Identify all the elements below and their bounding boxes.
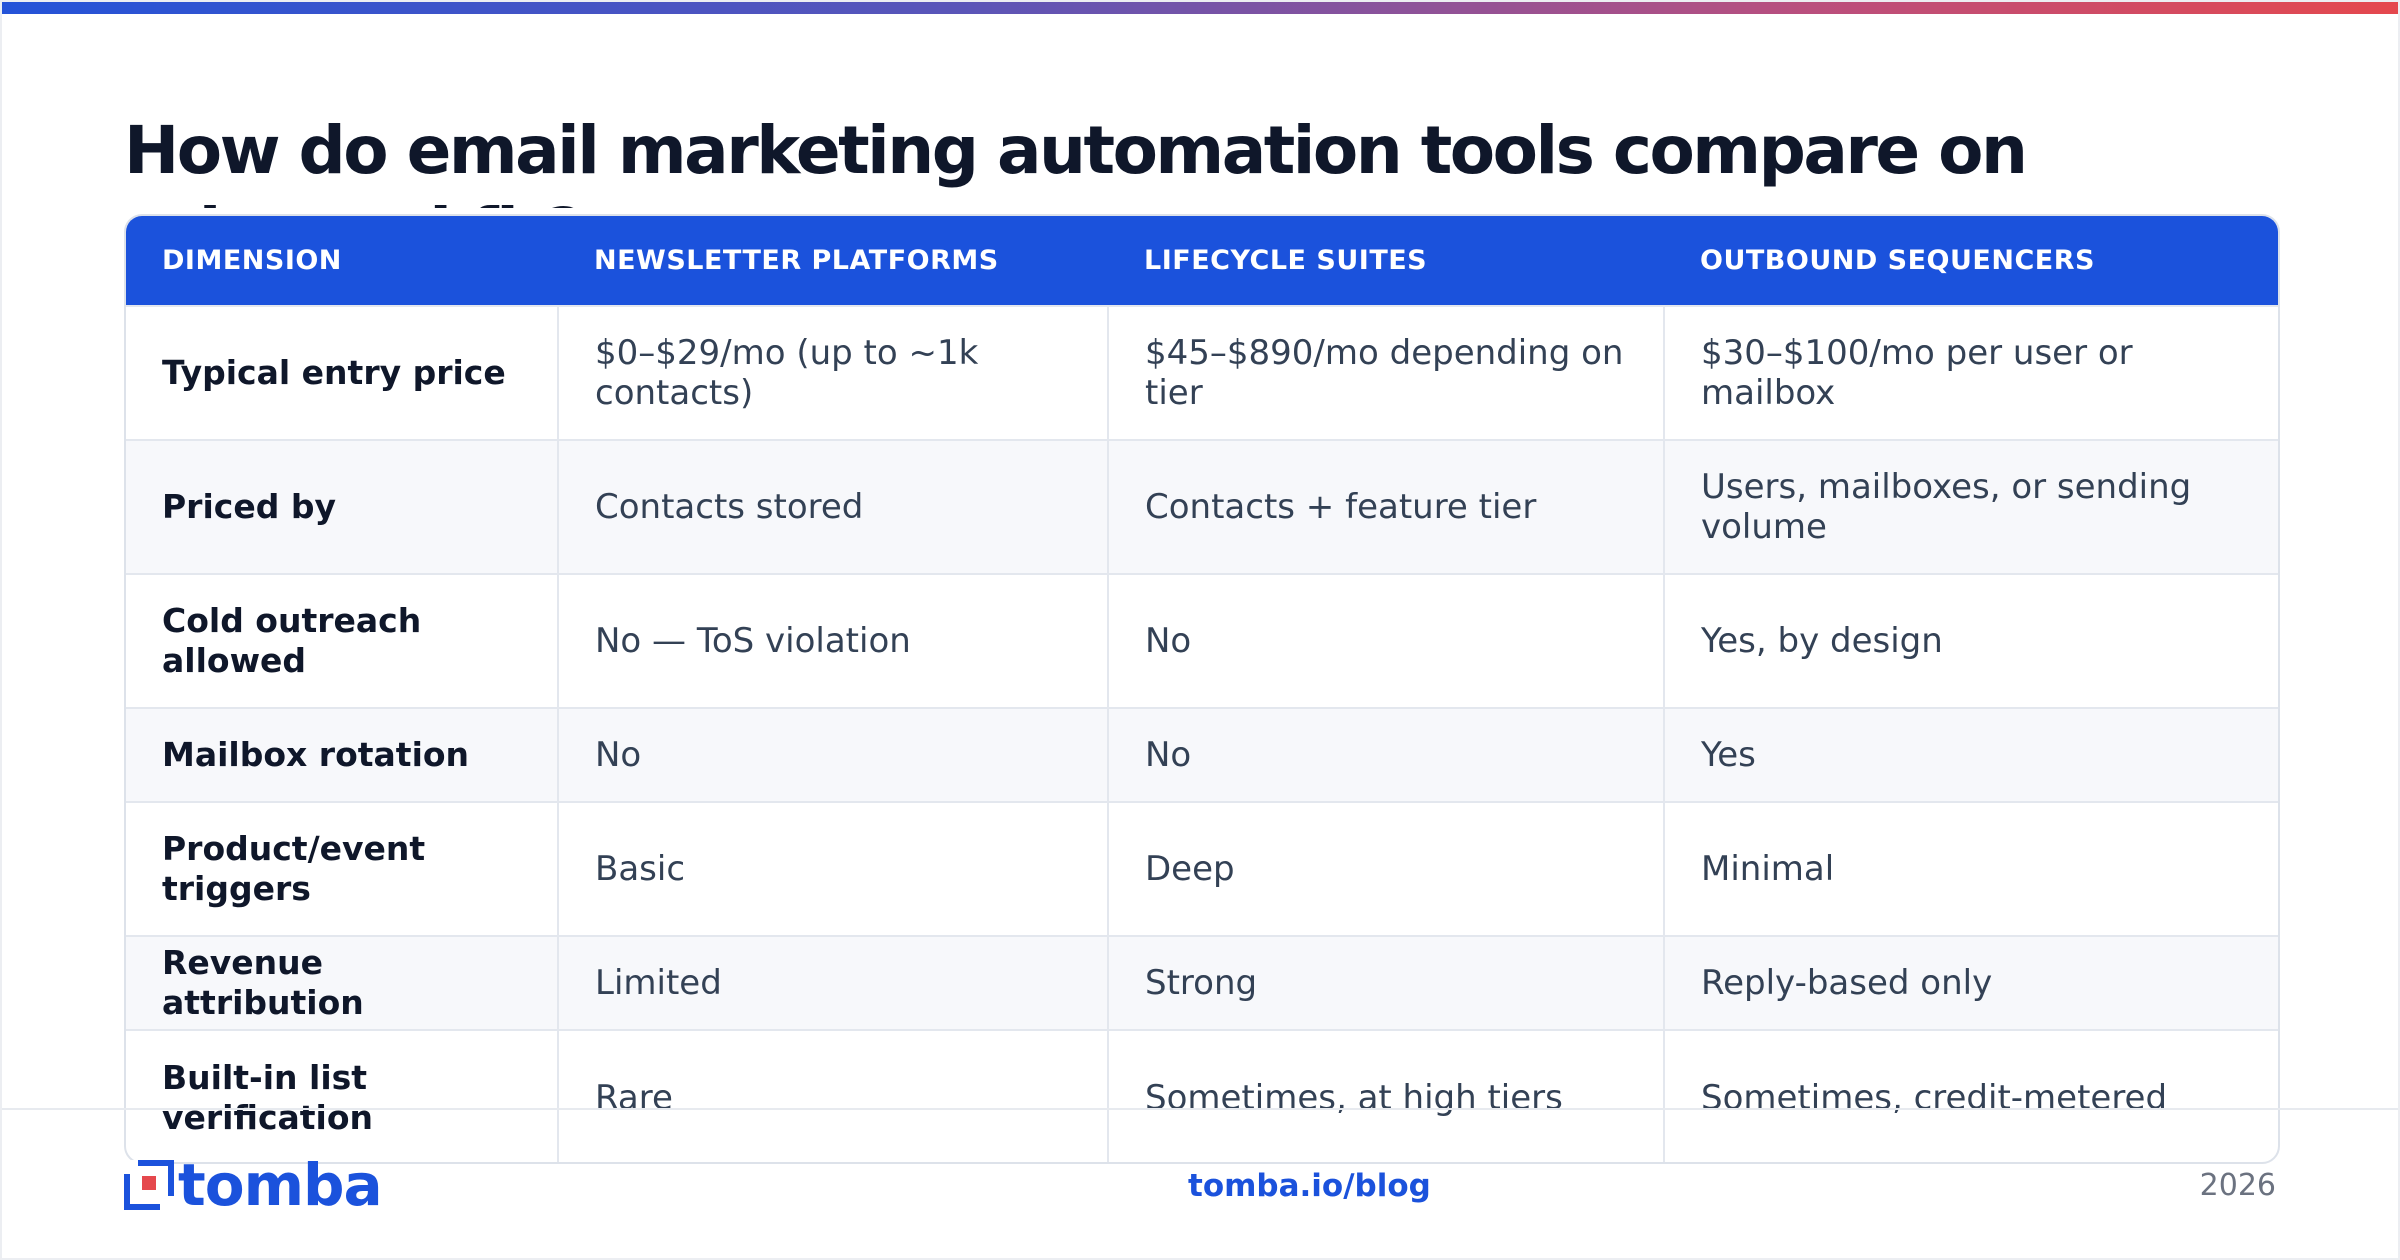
table-cell: Reply-based only xyxy=(1663,935,2278,1030)
table-cell: Limited xyxy=(557,935,1108,1030)
row-label: Priced by xyxy=(126,439,558,574)
table-row: Cold outreach allowed No — ToS violation… xyxy=(126,573,2278,708)
logo-wordmark: tomba xyxy=(178,1151,383,1219)
footer-divider xyxy=(2,1108,2398,1110)
table-cell: No — ToS violation xyxy=(557,573,1108,708)
table-cell: Yes xyxy=(1663,707,2278,802)
header-newsletter-platforms: NEWSLETTER PLATFORMS xyxy=(558,216,1108,306)
table-cell: Strong xyxy=(1107,935,1664,1030)
table-cell: $30–$100/mo per user or mailbox xyxy=(1663,305,2278,440)
table-row: Priced by Contacts stored Contacts + fea… xyxy=(126,439,2278,574)
row-label: Built-in list verification xyxy=(126,1029,558,1162)
header-lifecycle-suites: LIFECYCLE SUITES xyxy=(1108,216,1664,306)
row-label: Mailbox rotation xyxy=(126,707,558,802)
table-row: Typical entry price $0–$29/mo (up to ~1k… xyxy=(126,305,2278,440)
row-label: Typical entry price xyxy=(126,305,558,440)
table-row: Product/event triggers Basic Deep Minima… xyxy=(126,801,2278,936)
row-label: Revenue attribution xyxy=(126,935,558,1030)
table-row: Revenue attribution Limited Strong Reply… xyxy=(126,935,2278,1030)
table-cell: $45–$890/mo depending on tier xyxy=(1107,305,1664,440)
blog-link[interactable]: tomba.io/blog xyxy=(1188,1168,1431,1204)
table-cell: Yes, by design xyxy=(1663,573,2278,708)
table-cell: Users, mailboxes, or sending volume xyxy=(1663,439,2278,574)
comparison-table: DIMENSION NEWSLETTER PLATFORMS LIFECYCLE… xyxy=(126,216,2278,1162)
table-cell: Basic xyxy=(557,801,1108,936)
header-outbound-sequencers: OUTBOUND SEQUENCERS xyxy=(1664,216,2278,306)
page-title: How do email marketing automation tools … xyxy=(124,112,2028,208)
header-dimension: DIMENSION xyxy=(126,216,558,306)
table-cell: Deep xyxy=(1107,801,1664,936)
comparison-table-card: DIMENSION NEWSLETTER PLATFORMS LIFECYCLE… xyxy=(124,214,2280,1164)
table-cell: Minimal xyxy=(1663,801,2278,936)
table-cell: Contacts stored xyxy=(557,439,1108,574)
table-cell: No xyxy=(1107,707,1664,802)
gradient-top-bar xyxy=(2,2,2398,14)
slide: How do email marketing automation tools … xyxy=(0,0,2400,1260)
table-header-row: DIMENSION NEWSLETTER PLATFORMS LIFECYCLE… xyxy=(126,216,2278,306)
table-cell: No xyxy=(1107,573,1664,708)
table-cell: Sometimes, credit-metered xyxy=(1663,1029,2278,1162)
tomba-logo-icon xyxy=(124,1160,174,1210)
table-cell: Rare xyxy=(557,1029,1108,1162)
tomba-logo[interactable]: tomba xyxy=(124,1151,383,1219)
table-row: Built-in list verification Rare Sometime… xyxy=(126,1029,2278,1162)
row-label: Product/event triggers xyxy=(126,801,558,936)
table-cell: No xyxy=(557,707,1108,802)
title-container: How do email marketing automation tools … xyxy=(124,110,2124,208)
table-cell: $0–$29/mo (up to ~1k contacts) xyxy=(557,305,1108,440)
table-cell: Sometimes, at high tiers xyxy=(1107,1029,1664,1162)
table-cell: Contacts + feature tier xyxy=(1107,439,1664,574)
row-label: Cold outreach allowed xyxy=(126,573,558,708)
table-row: Mailbox rotation No No Yes xyxy=(126,707,2278,802)
year-label: 2026 xyxy=(2199,1168,2276,1203)
